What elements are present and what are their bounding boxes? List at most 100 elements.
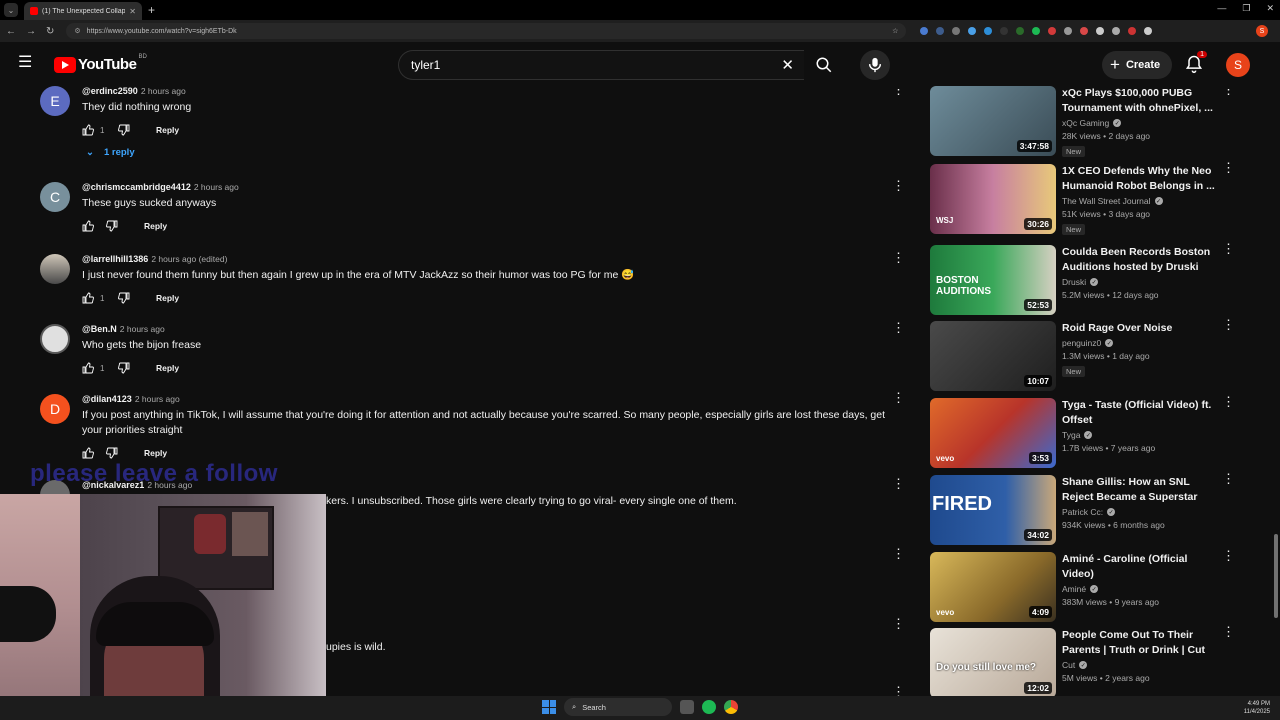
youtube-logo[interactable]: YouTube BD [54, 54, 147, 73]
channel-name[interactable]: Aminé [1062, 584, 1086, 594]
channel-name[interactable]: Druski [1062, 277, 1086, 287]
channel-name[interactable]: xQc Gaming [1062, 118, 1109, 128]
extension-icon[interactable] [968, 27, 977, 35]
minimize-icon[interactable]: — [1217, 3, 1226, 14]
more-options-icon[interactable]: ⋮ [892, 251, 905, 270]
comment-time[interactable]: 2 hours ago (edited) [151, 254, 227, 264]
extension-icon[interactable] [1128, 27, 1137, 35]
related-video-item[interactable]: FIRED 34:02 Shane Gillis: How an SNL Reje… [930, 472, 1270, 547]
channel-name[interactable]: The Wall Street Journal [1062, 196, 1151, 206]
create-button[interactable]: + Create [1102, 51, 1173, 79]
thumbs-down-icon[interactable] [106, 220, 120, 232]
comment-author[interactable]: @erdinc2590 [82, 86, 138, 96]
related-video-item[interactable]: vevo 4:09 Aminé - Caroline (Official Vide… [930, 549, 1270, 624]
video-thumbnail[interactable]: 3:47:58 [930, 86, 1056, 156]
search-input[interactable]: tyler1 [398, 50, 804, 80]
comment-author[interactable]: @Ben.N [82, 324, 117, 334]
file-explorer-icon[interactable] [680, 700, 694, 714]
comment-author[interactable]: @larrellhill1386 [82, 254, 148, 264]
video-title[interactable]: xQc Plays $100,000 PUBG Tournament with … [1062, 86, 1222, 116]
comment-time[interactable]: 2 hours ago [120, 324, 165, 334]
thumbs-down-icon[interactable] [118, 362, 132, 374]
more-options-icon[interactable]: ⋮ [1222, 625, 1235, 644]
video-title[interactable]: Roid Rage Over Noise [1062, 321, 1222, 336]
maximize-icon[interactable]: ❐ [1242, 3, 1250, 14]
video-thumbnail[interactable]: 10:07 [930, 321, 1056, 391]
spotify-icon[interactable] [702, 700, 716, 714]
more-options-icon[interactable]: ⋮ [892, 617, 905, 636]
extension-icon[interactable] [1112, 27, 1121, 35]
browser-tab-active[interactable]: (1) The Unexpected Collapse of ✕ [24, 2, 142, 20]
windows-start-icon[interactable] [542, 700, 556, 714]
more-options-icon[interactable]: ⋮ [892, 86, 905, 102]
more-options-icon[interactable]: ⋮ [892, 685, 905, 696]
chrome-icon[interactable] [724, 700, 738, 714]
new-tab-icon[interactable]: + [148, 3, 155, 17]
thumbs-down-icon[interactable] [118, 124, 132, 136]
reload-icon[interactable]: ↻ [46, 26, 54, 37]
close-window-icon[interactable]: ✕ [1266, 3, 1274, 14]
view-replies-button[interactable]: ⌄ 1 reply [82, 147, 908, 158]
avatar[interactable]: D [40, 394, 70, 424]
extension-icon[interactable] [1064, 27, 1073, 35]
forward-icon[interactable]: → [26, 26, 36, 37]
comment-time[interactable]: 2 hours ago [194, 182, 239, 192]
comment-time[interactable]: 2 hours ago [141, 86, 186, 96]
extension-icon[interactable] [1032, 27, 1041, 35]
thumbs-up-icon[interactable] [82, 292, 96, 304]
more-options-icon[interactable]: ⋮ [892, 321, 905, 340]
back-icon[interactable]: ← [6, 26, 16, 37]
avatar[interactable] [40, 324, 70, 354]
extension-icon[interactable] [1016, 27, 1025, 35]
url-field[interactable]: ⚙ https://www.youtube.com/watch?v=sigh6E… [66, 23, 907, 39]
more-options-icon[interactable]: ⋮ [1222, 318, 1235, 337]
more-options-icon[interactable]: ⋮ [892, 179, 905, 198]
more-options-icon[interactable]: ⋮ [892, 547, 905, 566]
extension-icon[interactable] [1096, 27, 1105, 35]
comment-time[interactable]: 2 hours ago [135, 394, 180, 404]
related-video-item[interactable]: Do you still love me? 12:02 People Come O… [930, 625, 1270, 696]
avatar[interactable]: C [40, 182, 70, 212]
related-video-item[interactable]: 10:07 Roid Rage Over Noise penguinz0 ✓ 1.… [930, 318, 1270, 393]
tab-search-icon[interactable]: ⌄ [4, 3, 18, 17]
more-options-icon[interactable]: ⋮ [892, 391, 905, 410]
extension-icon[interactable] [984, 27, 993, 35]
search-button[interactable] [804, 50, 844, 80]
voice-search-button[interactable] [860, 50, 890, 80]
video-thumbnail[interactable]: FIRED 34:02 [930, 475, 1056, 545]
video-title[interactable]: Shane Gillis: How an SNL Reject Became a… [1062, 475, 1222, 505]
site-info-icon[interactable]: ⚙ [74, 27, 80, 35]
channel-name[interactable]: penguinz0 [1062, 338, 1101, 348]
taskbar-clock[interactable]: 4:49 PM 11/4/2025 [1244, 700, 1270, 716]
more-options-icon[interactable]: ⋮ [892, 477, 905, 496]
reply-button[interactable]: Reply [144, 448, 167, 458]
taskbar-search[interactable]: ⌕ Search [564, 698, 672, 716]
related-video-item[interactable]: WSJ 30:26 1X CEO Defends Why the Neo Huma… [930, 161, 1270, 236]
close-tab-icon[interactable]: ✕ [129, 7, 136, 16]
video-thumbnail[interactable]: BOSTON AUDITIONS 52:53 [930, 245, 1056, 315]
reply-button[interactable]: Reply [156, 125, 179, 135]
video-title[interactable]: Coulda Been Records Boston Auditions hos… [1062, 245, 1222, 275]
reply-button[interactable]: Reply [144, 221, 167, 231]
channel-name[interactable]: Patrick Cc: [1062, 507, 1103, 517]
video-thumbnail[interactable]: Do you still love me? 12:02 [930, 628, 1056, 696]
more-options-icon[interactable]: ⋮ [1222, 549, 1235, 568]
video-title[interactable]: Tyga - Taste (Official Video) ft. Offset [1062, 398, 1222, 428]
thumbs-up-icon[interactable] [82, 362, 96, 374]
video-thumbnail[interactable]: vevo 4:09 [930, 552, 1056, 622]
thumbs-down-icon[interactable] [118, 292, 132, 304]
reply-button[interactable]: Reply [156, 293, 179, 303]
thumbs-up-icon[interactable] [82, 447, 96, 459]
thumbs-up-icon[interactable] [82, 124, 96, 136]
video-thumbnail[interactable]: vevo 3:53 [930, 398, 1056, 468]
extension-icon[interactable] [1080, 27, 1089, 35]
more-options-icon[interactable]: ⋮ [1222, 86, 1235, 102]
extension-icon[interactable] [936, 27, 945, 35]
extension-icon[interactable] [1144, 27, 1153, 35]
scrollbar-thumb[interactable] [1274, 534, 1278, 618]
thumbs-up-icon[interactable] [82, 220, 96, 232]
comment-author[interactable]: @chrismccambridge4412 [82, 182, 191, 192]
more-options-icon[interactable]: ⋮ [1222, 472, 1235, 491]
video-title[interactable]: 1X CEO Defends Why the Neo Humanoid Robo… [1062, 164, 1222, 194]
extension-icon[interactable] [952, 27, 961, 35]
